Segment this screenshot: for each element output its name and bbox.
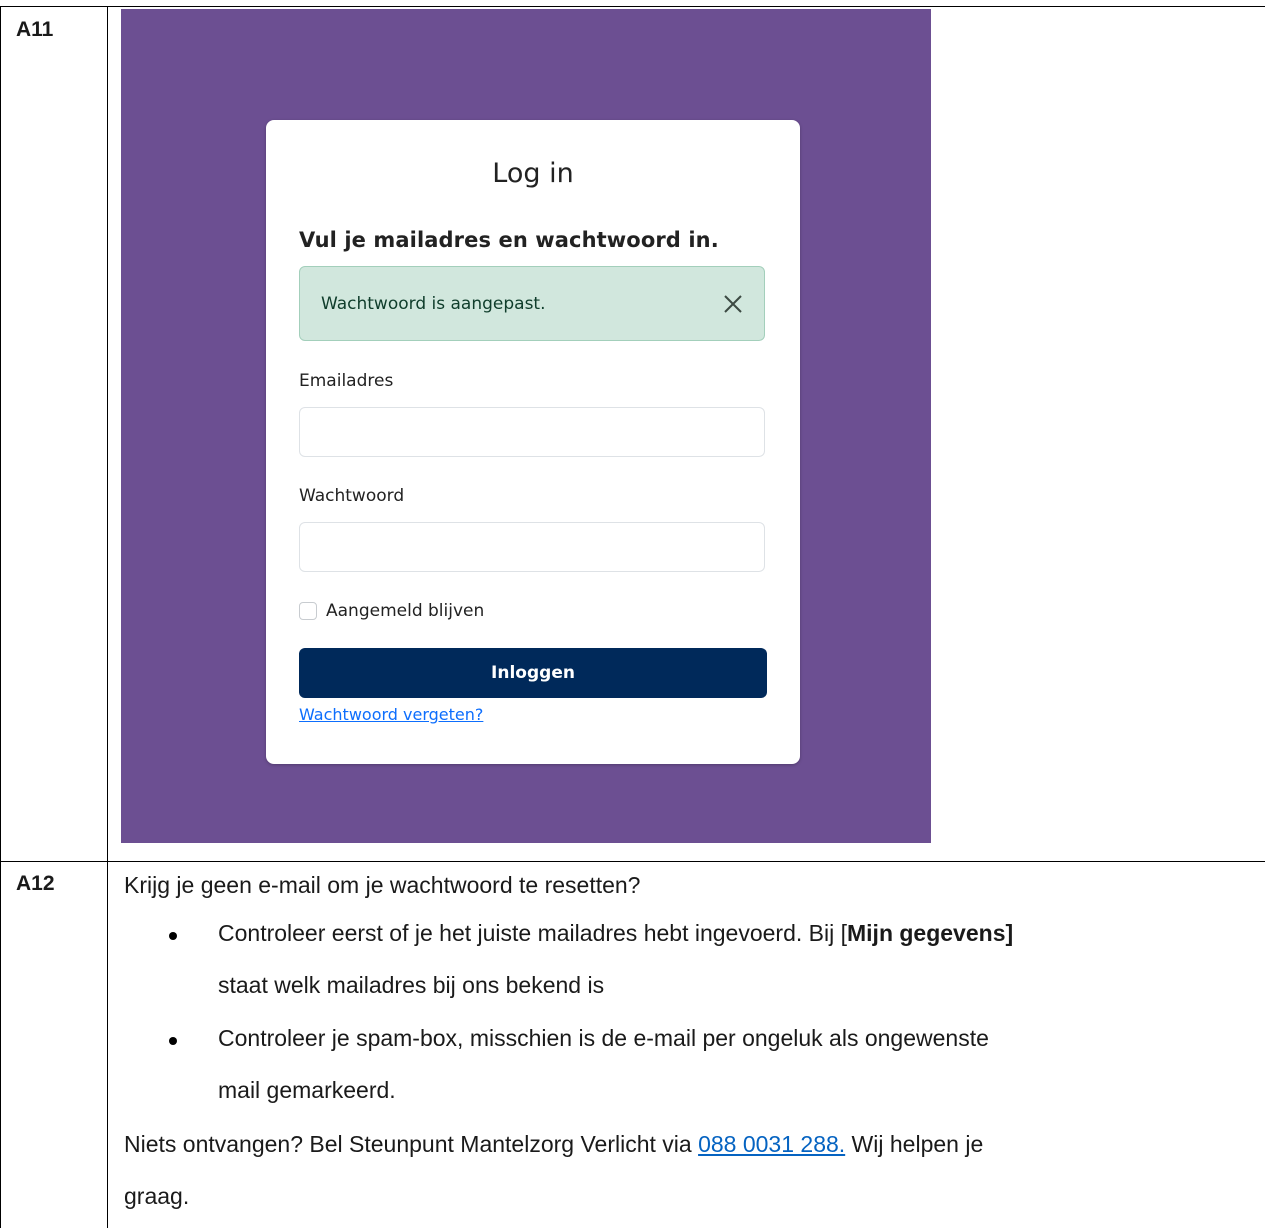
remember-me: Aangemeld blijven	[299, 600, 484, 622]
a12-intro: Krijg je geen e-mail om je wachtwoord te…	[124, 872, 641, 898]
table-border-top	[0, 6, 1265, 7]
row-label-a12: A12	[16, 872, 55, 895]
bullet-2	[169, 1037, 177, 1045]
password-label: Wachtwoord	[299, 486, 405, 506]
success-alert: Wachtwoord is aangepast.	[299, 266, 765, 341]
a12-bullet1-line1: Controleer eerst of je het juiste mailad…	[218, 920, 1013, 947]
table-column-divider	[107, 6, 108, 1228]
bullet-1	[169, 932, 177, 940]
alert-message: Wachtwoord is aangepast.	[321, 294, 546, 314]
phone-link[interactable]: 088 0031 288.	[698, 1131, 845, 1157]
mijn-gegevens-bold: Mijn gegevens]	[847, 920, 1014, 946]
closing-text: Niets ontvangen? Bel Steunpunt Mantelzor…	[124, 1131, 699, 1157]
login-title: Log in	[492, 158, 574, 189]
login-card: Log in Vul je mailadres en wachtwoord in…	[266, 120, 800, 764]
a12-bullet1-line2: staat welk mailadres bij ons bekend is	[218, 972, 605, 998]
a12-closing-line2: graag.	[124, 1183, 190, 1209]
close-icon[interactable]	[722, 293, 744, 315]
forgot-password-link[interactable]: Wachtwoord vergeten?	[299, 705, 483, 724]
row-label-a11: A11	[16, 18, 54, 41]
a12-bullet1-text: Controleer eerst of je het juiste mailad…	[218, 920, 847, 946]
password-field[interactable]	[299, 522, 765, 572]
login-subtitle: Vul je mailadres en wachtwoord in.	[299, 228, 719, 252]
email-label: Emailadres	[299, 371, 394, 391]
email-field[interactable]	[299, 407, 765, 457]
table-row-divider	[0, 861, 1265, 862]
closing-text-end: Wij helpen je	[845, 1131, 984, 1157]
a12-bullet2-line1: Controleer je spam-box, misschien is de …	[218, 1025, 989, 1051]
login-button[interactable]: Inloggen	[299, 648, 767, 698]
remember-checkbox[interactable]	[299, 602, 317, 620]
a12-closing-line1: Niets ontvangen? Bel Steunpunt Mantelzor…	[124, 1131, 983, 1158]
table-border-left	[0, 6, 1, 1228]
a12-bullet2-line2: mail gemarkeerd.	[218, 1077, 396, 1103]
remember-label: Aangemeld blijven	[326, 601, 485, 621]
